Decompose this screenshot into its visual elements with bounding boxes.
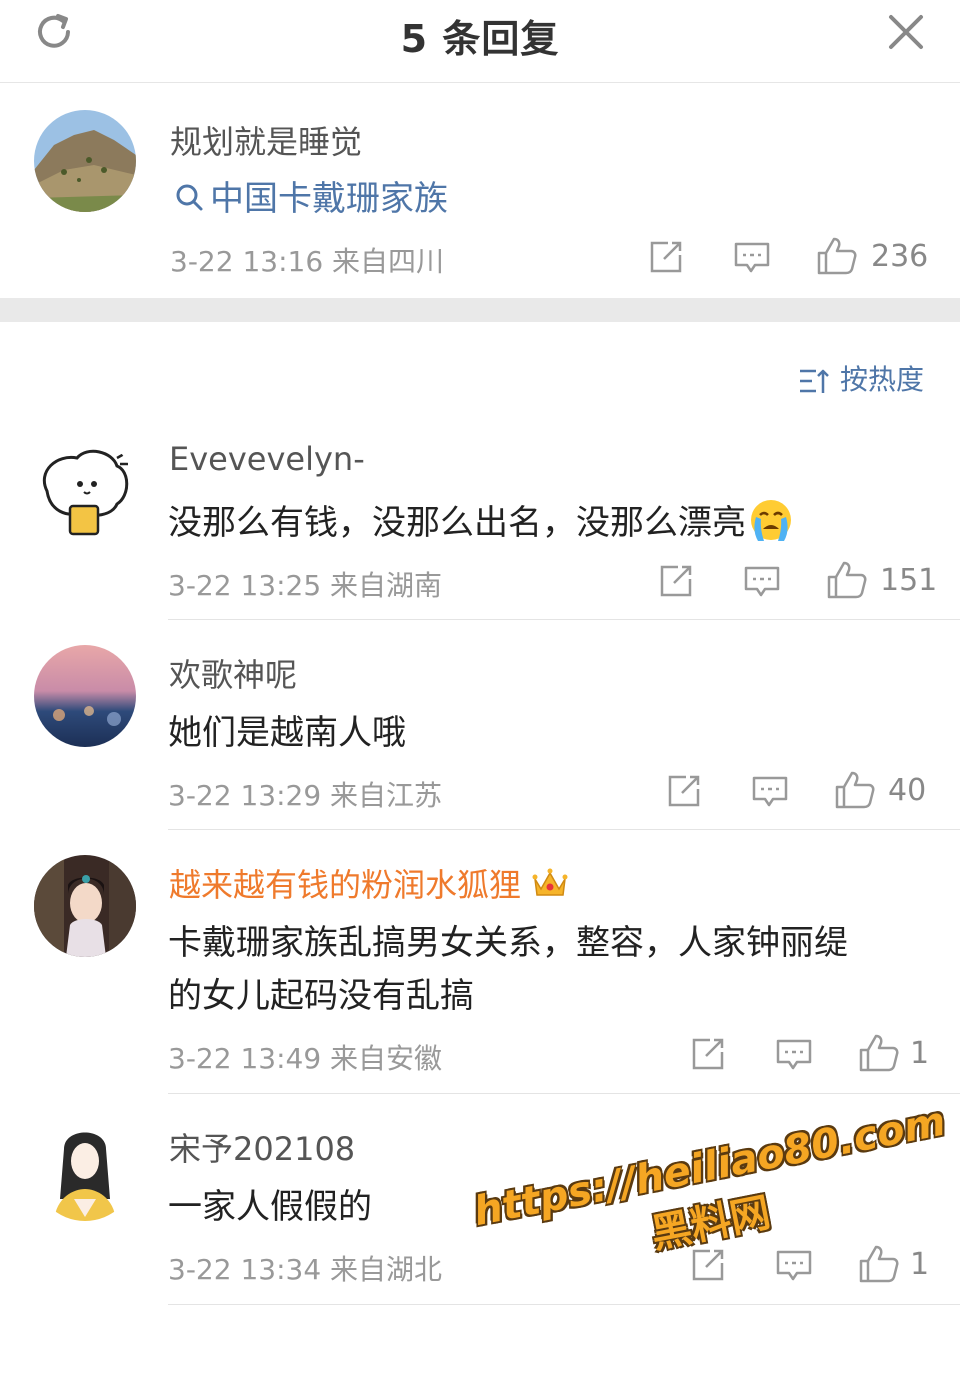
avatar[interactable] <box>34 855 136 957</box>
search-icon <box>174 181 204 221</box>
repost-icon[interactable] <box>690 1036 726 1072</box>
comment-text-line-1: 卡戴珊家族乱搞男女关系，整容，人家钟丽缇 <box>168 923 848 963</box>
like-count: 236 <box>871 239 929 274</box>
username[interactable]: 宋予202108 <box>169 1124 355 1170</box>
divider <box>168 1093 960 1094</box>
avatar[interactable] <box>34 110 136 212</box>
username[interactable]: 欢歌神呢 <box>169 650 297 696</box>
root-comment: 规划就是睡觉 中国卡戴珊家族 3-22 13:16 来自四川 236 <box>0 83 960 298</box>
comment-meta: 3-22 13:34 来自湖北 <box>168 1253 443 1286</box>
comment-icon[interactable] <box>775 1249 813 1283</box>
repost-icon[interactable] <box>658 563 694 599</box>
comment-text-line-2: 的女儿起码没有乱搞 <box>168 976 474 1016</box>
like-icon[interactable] <box>834 770 876 810</box>
like-icon[interactable] <box>816 236 858 276</box>
sort-toggle[interactable]: 按热度 <box>798 358 924 398</box>
like-count: 1 <box>910 1036 930 1071</box>
crying-emoji-icon <box>748 497 794 552</box>
topic-label: 中国卡戴珊家族 <box>210 179 448 219</box>
like-count: 151 <box>880 563 938 598</box>
comment-meta: 3-22 13:25 来自湖南 <box>168 569 443 602</box>
comment-text: 没那么有钱，没那么出名，没那么漂亮 <box>168 495 794 552</box>
like-count: 40 <box>888 773 927 808</box>
like-icon[interactable] <box>858 1244 900 1284</box>
divider <box>168 619 960 620</box>
comment-icon[interactable] <box>743 565 781 599</box>
repost-icon[interactable] <box>690 1247 726 1283</box>
like-icon[interactable] <box>858 1033 900 1073</box>
topic-link[interactable]: 中国卡戴珊家族 <box>174 171 448 221</box>
comment-meta: 3-22 13:16 来自四川 <box>170 245 445 278</box>
comment-text: 她们是越南人哦 <box>168 713 406 753</box>
close-icon[interactable] <box>886 12 926 52</box>
comment-icon[interactable] <box>775 1038 813 1072</box>
comment-icon[interactable] <box>733 241 771 275</box>
comment-meta: 3-22 13:29 来自江苏 <box>168 779 443 812</box>
sort-label: 按热度 <box>839 363 924 396</box>
comment-icon[interactable] <box>751 775 789 809</box>
username[interactable]: Evevevelyn- <box>169 440 365 478</box>
username[interactable]: 越来越有钱的粉润水狐狸 <box>169 860 569 909</box>
divider <box>168 829 960 830</box>
like-icon[interactable] <box>826 560 868 600</box>
comment-text: 一家人假假的 <box>168 1187 372 1227</box>
like-count: 1 <box>910 1247 930 1282</box>
sort-icon <box>799 369 829 393</box>
comment-meta: 3-22 13:49 来自安徽 <box>168 1042 443 1075</box>
avatar[interactable] <box>32 436 134 538</box>
page-title: 5 条回复 <box>400 17 560 61</box>
avatar[interactable] <box>34 645 136 747</box>
top-bar: 5 条回复 <box>0 0 960 83</box>
username[interactable]: 规划就是睡觉 <box>170 117 362 163</box>
avatar[interactable] <box>34 1119 136 1221</box>
section-divider <box>0 298 960 322</box>
crown-badge-icon <box>531 865 569 909</box>
repost-icon[interactable] <box>648 239 684 275</box>
divider <box>168 1304 960 1305</box>
repost-icon[interactable] <box>666 773 702 809</box>
